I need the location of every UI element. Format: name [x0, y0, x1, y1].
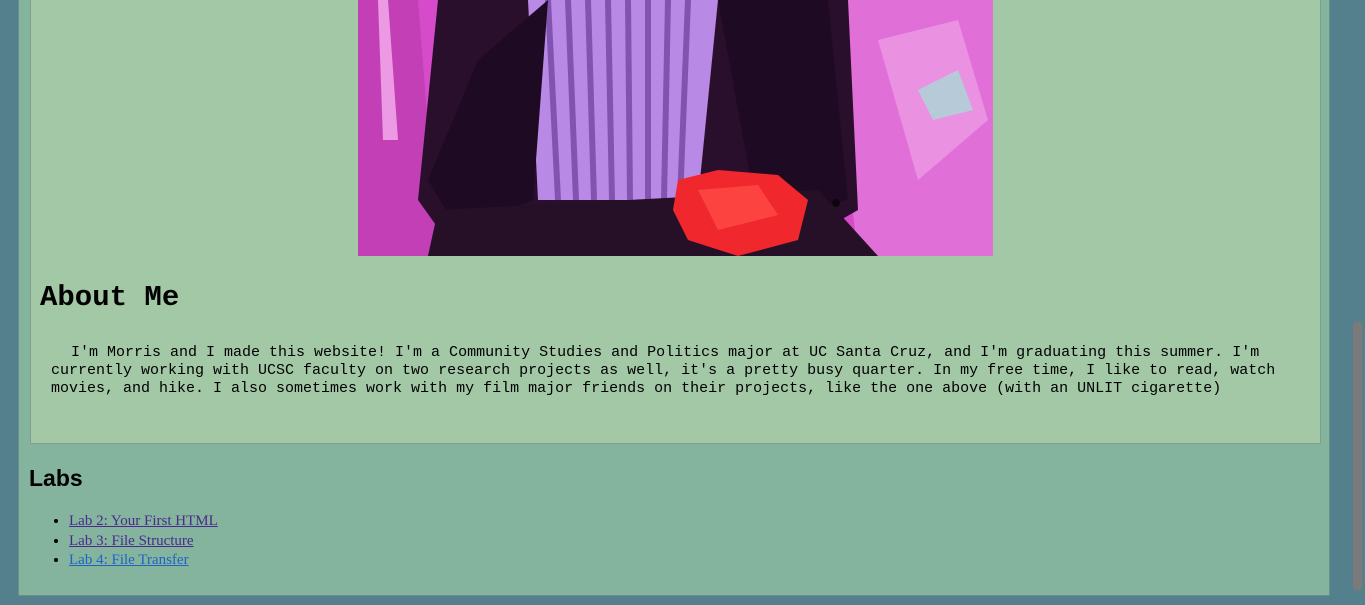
lab-2-link[interactable]: Lab 2: Your First HTML	[69, 513, 218, 529]
scrollbar-thumb[interactable]	[1353, 322, 1362, 590]
about-title: About Me	[40, 281, 180, 314]
labs-list: Lab 2: Your First HTML Lab 3: File Struc…	[31, 512, 218, 571]
labs-heading: Labs	[29, 465, 83, 491]
list-item: Lab 3: File Structure	[69, 532, 218, 552]
about-card: About Me I'm Morris and I made this webs…	[30, 0, 1321, 444]
vertical-scrollbar[interactable]	[1350, 0, 1365, 605]
about-paragraph: I'm Morris and I made this website! I'm …	[51, 344, 1276, 397]
profile-photo	[358, 0, 993, 256]
lab-3-link[interactable]: Lab 3: File Structure	[69, 533, 194, 549]
page-container: About Me I'm Morris and I made this webs…	[18, 0, 1330, 596]
lab-4-link[interactable]: Lab 4: File Transfer	[69, 552, 189, 568]
list-item: Lab 2: Your First HTML	[69, 512, 218, 532]
list-item: Lab 4: File Transfer	[69, 551, 218, 571]
